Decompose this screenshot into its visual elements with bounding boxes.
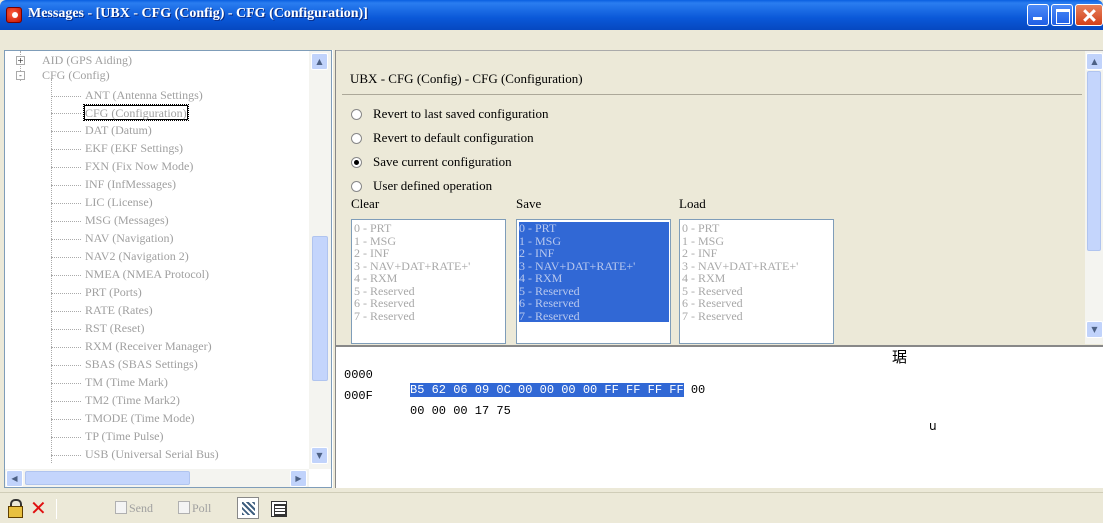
- config-vertical-scrollbar[interactable]: ▲ ▼: [1085, 51, 1103, 344]
- load-label: Load: [679, 196, 706, 211]
- delete-icon[interactable]: ✕: [30, 498, 48, 518]
- config-header: UBX - CFG (Config) - CFG (Configuration): [342, 57, 1082, 95]
- minimize-button[interactable]: [1027, 4, 1049, 26]
- tree-item-inf[interactable]: INF (InfMessages): [85, 177, 176, 192]
- scroll-thumb[interactable]: [25, 471, 190, 485]
- window-title: Messages - [UBX - CFG (Config) - CFG (Co…: [28, 6, 368, 21]
- tree-item-nav[interactable]: NAV (Navigation): [85, 231, 174, 246]
- hex-ascii: u: [929, 419, 937, 433]
- hex-dump-panel[interactable]: 0000 B5 62 06 09 0C 00 00 00 00 FF FF FF…: [336, 345, 1103, 488]
- message-tree[interactable]: + AID (GPS Aiding) - CFG (Config) ANT (A…: [4, 50, 332, 488]
- tree-item-tp[interactable]: TP (Time Pulse): [85, 429, 163, 444]
- scroll-thumb[interactable]: [312, 236, 328, 381]
- tree-line: [51, 79, 52, 463]
- scroll-up-icon[interactable]: ▲: [1086, 53, 1103, 70]
- hex-unselected-bytes: 00: [683, 383, 706, 397]
- tree-item-aid[interactable]: AID (GPS Aiding): [42, 53, 132, 68]
- close-button[interactable]: [1075, 4, 1103, 26]
- tree-item-tm2[interactable]: TM2 (Time Mark2): [85, 393, 180, 408]
- tree-item-sbas[interactable]: SBAS (SBAS Settings): [85, 357, 198, 372]
- tree-item-usb[interactable]: USB (Universal Serial Bus): [85, 447, 219, 462]
- send-button[interactable]: Send: [115, 501, 153, 516]
- tree-item-prt[interactable]: PRT (Ports): [85, 285, 142, 300]
- list-item[interactable]: 7 - Reserved: [682, 309, 833, 323]
- toolbar-separator: [56, 499, 57, 519]
- tree-item-nmea[interactable]: NMEA (NMEA Protocol): [85, 267, 209, 282]
- scroll-thumb[interactable]: [1087, 71, 1101, 251]
- tree-item-cfg-config[interactable]: CFG (Config): [42, 68, 110, 83]
- tree-item-ekf[interactable]: EKF (EKF Settings): [85, 141, 183, 156]
- tree-item-rst[interactable]: RST (Reset): [85, 321, 144, 336]
- tree-item-ant[interactable]: ANT (Antenna Settings): [85, 88, 203, 103]
- autopoll-icon[interactable]: [237, 497, 259, 519]
- scroll-down-icon[interactable]: ▼: [1086, 321, 1103, 338]
- list-item[interactable]: 6 - Reserved: [354, 297, 505, 310]
- tree-item-fxn[interactable]: FXN (Fix Now Mode): [85, 159, 193, 174]
- list-item[interactable]: 2 - INF: [682, 247, 833, 260]
- lock-icon[interactable]: [6, 499, 24, 518]
- list-item[interactable]: 7 - Reserved: [354, 309, 505, 323]
- tree-item-dat[interactable]: DAT (Datum): [85, 123, 152, 138]
- send-icon: [115, 501, 127, 514]
- tree-vertical-scrollbar[interactable]: ▲ ▼: [309, 51, 331, 469]
- radio-button[interactable]: [351, 133, 362, 144]
- list-item-selected[interactable]: 2 - INF: [519, 247, 669, 260]
- list-item-selected[interactable]: 4 - RXM: [519, 272, 669, 285]
- scroll-left-icon[interactable]: ◀: [6, 470, 23, 487]
- collapse-icon[interactable]: -: [16, 71, 25, 80]
- tree-horizontal-scrollbar[interactable]: ◀ ▶: [5, 469, 309, 487]
- list-item[interactable]: 6 - Reserved: [682, 297, 833, 310]
- tree-item-rxm[interactable]: RXM (Receiver Manager): [85, 339, 212, 354]
- hex-offset: 000F: [344, 389, 373, 403]
- packet-icon[interactable]: [271, 501, 287, 517]
- tree-item-rate[interactable]: RATE (Rates): [85, 303, 153, 318]
- list-item[interactable]: 0 - PRT: [682, 222, 833, 235]
- list-item-selected[interactable]: 7 - Reserved: [519, 309, 669, 322]
- config-panel: UBX - CFG (Config) - CFG (Configuration)…: [336, 50, 1103, 344]
- clear-label: Clear: [351, 196, 380, 211]
- radio-button-checked[interactable]: [351, 157, 362, 168]
- hex-bytes: B5 62 06 09 0C 00 00 00 00 FF FF FF FF 0…: [410, 383, 705, 398]
- poll-button[interactable]: Poll: [178, 501, 211, 516]
- tree-item-tmode[interactable]: TMODE (Time Mode): [85, 411, 195, 426]
- hex-ascii: 琚: [892, 348, 908, 366]
- clear-mask-list[interactable]: 0 - PRT 1 - MSG 2 - INF 3 - NAV+DAT+RATE…: [351, 219, 506, 344]
- radio-button[interactable]: [351, 109, 362, 120]
- tree-item-cfg-configuration[interactable]: CFG (Configuration): [83, 104, 189, 121]
- hex-row: 000F 00 00 00 17 75 u: [344, 374, 937, 433]
- list-item[interactable]: 0 - PRT: [354, 222, 505, 235]
- tree-item-tm[interactable]: TM (Time Mark): [85, 375, 168, 390]
- title-bar[interactable]: Messages - [UBX - CFG (Config) - CFG (Co…: [0, 0, 1103, 30]
- list-item[interactable]: 2 - INF: [354, 247, 505, 260]
- tree-list: + AID (GPS Aiding) - CFG (Config) ANT (A…: [5, 51, 309, 469]
- bottom-toolbar: ✕ Send Poll: [0, 492, 1103, 523]
- scroll-right-icon[interactable]: ▶: [290, 470, 307, 487]
- scroll-down-icon[interactable]: ▼: [311, 447, 328, 464]
- hex-row: 0000 B5 62 06 09 0C 00 00 00 00 FF FF FF…: [344, 350, 907, 397]
- radio-button[interactable]: [351, 181, 362, 192]
- maximize-button[interactable]: [1051, 4, 1073, 26]
- hex-bytes: 00 00 00 17 75: [410, 404, 511, 418]
- app-icon[interactable]: [6, 7, 22, 23]
- list-item-selected[interactable]: 6 - Reserved: [519, 297, 669, 310]
- scroll-up-icon[interactable]: ▲: [311, 53, 328, 70]
- expand-icon[interactable]: +: [16, 56, 25, 65]
- list-item-selected[interactable]: 0 - PRT: [519, 222, 669, 235]
- load-mask-list[interactable]: 0 - PRT 1 - MSG 2 - INF 3 - NAV+DAT+RATE…: [679, 219, 834, 344]
- save-mask-list[interactable]: 0 - PRT 1 - MSG 2 - INF 3 - NAV+DAT+RATE…: [516, 219, 671, 344]
- tree-item-nav2[interactable]: NAV2 (Navigation 2): [85, 249, 189, 264]
- list-item[interactable]: 4 - RXM: [682, 272, 833, 285]
- tree-item-msg[interactable]: MSG (Messages): [85, 213, 169, 228]
- hex-selected-bytes[interactable]: B5 62 06 09 0C 00 00 00 00 FF FF FF FF: [410, 383, 684, 397]
- tree-item-lic[interactable]: LIC (License): [85, 195, 153, 210]
- poll-icon: [178, 501, 190, 514]
- list-item[interactable]: 4 - RXM: [354, 272, 505, 285]
- save-label: Save: [516, 196, 542, 211]
